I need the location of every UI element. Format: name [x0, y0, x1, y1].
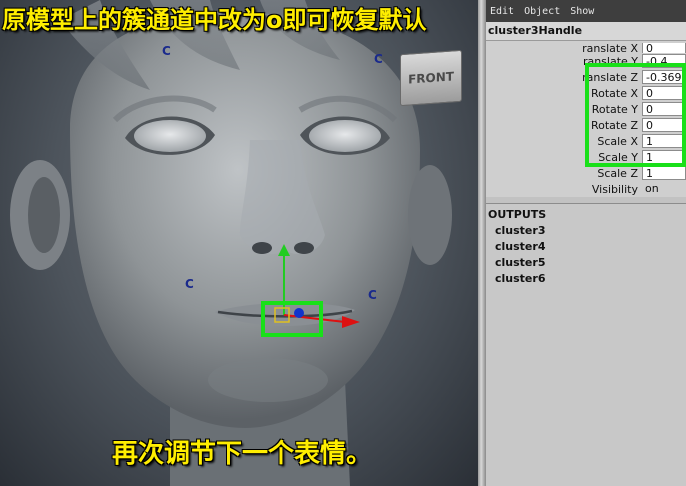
cluster-marker[interactable]: C — [185, 277, 194, 291]
attr-row-scale-z[interactable]: Scale Z 1 — [486, 165, 686, 181]
attr-label: Visibility — [591, 182, 638, 196]
attr-value-field[interactable]: 1 — [642, 166, 686, 180]
node-name[interactable]: cluster3Handle — [486, 22, 686, 41]
attr-row-translate-x[interactable]: ranslate X 0 — [486, 43, 686, 53]
output-item[interactable]: cluster5 — [486, 255, 686, 271]
attr-row-visibility[interactable]: Visibility on — [486, 181, 686, 197]
panel-divider[interactable] — [478, 0, 486, 486]
highlight-box-attributes — [585, 63, 686, 167]
highlight-box-cluster-handle — [261, 301, 323, 337]
attr-label: ranslate X — [582, 43, 638, 53]
outputs-title: OUTPUTS — [488, 208, 547, 221]
output-item[interactable]: cluster3 — [486, 223, 686, 239]
section-separator — [486, 197, 686, 204]
cluster-marker[interactable]: C — [368, 288, 377, 302]
3d-viewport[interactable]: FRONT C C C C — [0, 0, 478, 486]
output-item[interactable]: cluster6 — [486, 271, 686, 287]
caption-top: 原模型上的簇通道中改为o即可恢复默认 — [2, 6, 427, 34]
menu-object[interactable]: Object — [524, 6, 560, 17]
cluster-marker[interactable]: C — [374, 52, 383, 66]
attr-value-field[interactable]: on — [642, 182, 686, 196]
output-item[interactable]: cluster4 — [486, 239, 686, 255]
channel-box-menubar: Edit Object Show — [486, 0, 686, 22]
attr-value-field[interactable]: 0 — [642, 43, 686, 53]
cluster-marker[interactable]: C — [162, 44, 171, 58]
caption-bottom: 再次调节下一个表情。 — [112, 439, 373, 469]
menu-edit[interactable]: Edit — [490, 6, 514, 17]
attr-label: Scale Z — [597, 166, 638, 180]
viewcube-label: FRONT — [408, 69, 454, 87]
menu-show[interactable]: Show — [570, 6, 594, 17]
viewcube[interactable]: FRONT — [400, 49, 462, 107]
